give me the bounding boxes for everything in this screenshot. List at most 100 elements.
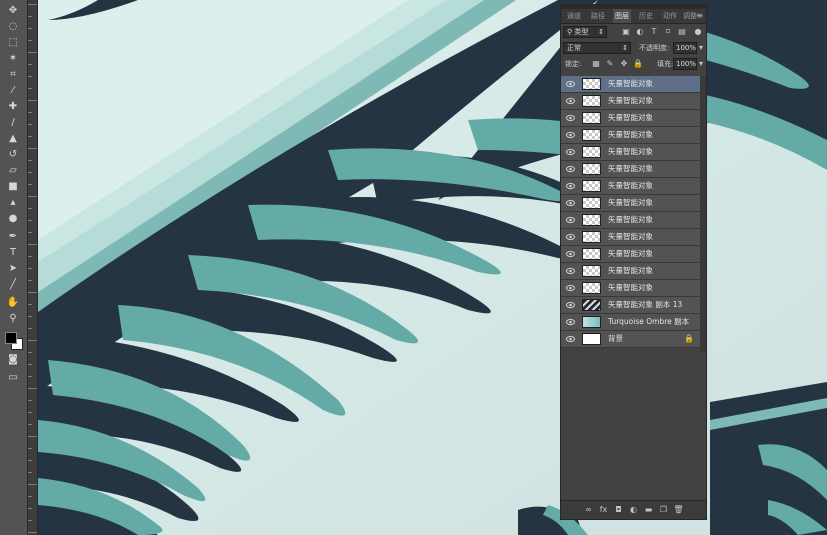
dodge-tool-icon[interactable]: ● xyxy=(3,211,23,225)
layer-thumbnail[interactable] xyxy=(582,146,601,158)
layer-thumbnail[interactable] xyxy=(582,163,601,175)
layer-row[interactable]: 矢量智能对象 xyxy=(561,178,700,195)
history-brush-tool-icon[interactable]: ↺ xyxy=(3,147,23,161)
layers-scrollbar[interactable] xyxy=(700,76,706,352)
lasso-tool-icon[interactable]: ◌ xyxy=(3,19,23,33)
layer-row[interactable]: 矢量智能对象 xyxy=(561,144,700,161)
eye-icon[interactable] xyxy=(566,250,575,258)
eye-icon[interactable] xyxy=(566,80,575,88)
panel-tab[interactable]: 历史 xyxy=(637,9,655,23)
panel-tab[interactable]: 通道 xyxy=(565,9,583,23)
layer-thumbnail[interactable] xyxy=(582,299,601,311)
path-selection-tool-icon[interactable]: ➤ xyxy=(3,261,23,275)
lock-transparent-icon[interactable]: ▦ xyxy=(591,59,601,69)
new-group-icon[interactable]: ▬ xyxy=(643,504,654,515)
layer-name[interactable]: 矢量智能对象 xyxy=(608,246,653,262)
filter-toggle-icon[interactable]: ● xyxy=(693,27,703,37)
layer-row[interactable]: 矢量智能对象 xyxy=(561,246,700,263)
move-tool-icon[interactable]: ✥ xyxy=(3,3,23,17)
document-canvas[interactable] xyxy=(38,0,827,535)
type-tool-icon[interactable]: T xyxy=(3,245,23,259)
brush-tool-icon[interactable]: / xyxy=(3,115,23,129)
layer-row[interactable]: 背景 🔒 xyxy=(561,331,700,348)
fill-dropdown-icon[interactable]: ▾ xyxy=(697,59,705,69)
layer-row[interactable]: Turquoise Ombre 副本 xyxy=(561,314,700,331)
layer-thumbnail[interactable] xyxy=(582,316,601,328)
opacity-field[interactable]: 100% xyxy=(673,42,697,54)
type-filter-icon[interactable]: T xyxy=(649,27,659,37)
layer-name[interactable]: 矢量智能对象 xyxy=(608,127,653,143)
healing-brush-tool-icon[interactable]: ✚ xyxy=(3,99,23,113)
layer-row[interactable]: 矢量智能对象 副本 13 xyxy=(561,297,700,314)
layer-name[interactable]: Turquoise Ombre 副本 xyxy=(608,314,689,330)
shape-filter-icon[interactable]: ⌑ xyxy=(663,27,673,37)
layer-row[interactable]: 矢量智能对象 xyxy=(561,127,700,144)
layer-row[interactable]: 矢量智能对象 xyxy=(561,263,700,280)
layer-row[interactable]: 矢量智能对象 xyxy=(561,76,700,93)
layer-name[interactable]: 矢量智能对象 xyxy=(608,76,653,92)
eye-icon[interactable] xyxy=(566,233,575,241)
layer-name[interactable]: 矢量智能对象 xyxy=(608,280,653,296)
marquee-tool-icon[interactable]: ⬚ xyxy=(3,35,23,49)
adjustment-filter-icon[interactable]: ◐ xyxy=(635,27,645,37)
vertical-ruler[interactable] xyxy=(28,0,38,535)
layer-thumbnail[interactable] xyxy=(582,214,601,226)
layer-name[interactable]: 背景 xyxy=(608,331,623,347)
layer-thumbnail[interactable] xyxy=(582,248,601,260)
layer-thumbnail[interactable] xyxy=(582,129,601,141)
fill-field[interactable]: 100% xyxy=(673,58,697,70)
screen-mode-icon[interactable]: ▭ xyxy=(3,370,23,384)
layer-name[interactable]: 矢量智能对象 xyxy=(608,144,653,160)
layer-thumbnail[interactable] xyxy=(582,197,601,209)
eye-icon[interactable] xyxy=(566,216,575,224)
magic-wand-tool-icon[interactable]: ✶ xyxy=(3,51,23,65)
layer-name[interactable]: 矢量智能对象 xyxy=(608,110,653,126)
eye-icon[interactable] xyxy=(566,182,575,190)
pen-tool-icon[interactable]: ✒ xyxy=(3,229,23,243)
layer-name[interactable]: 矢量智能对象 xyxy=(608,161,653,177)
eye-icon[interactable] xyxy=(566,148,575,156)
eye-icon[interactable] xyxy=(566,301,575,309)
layer-thumbnail[interactable] xyxy=(582,180,601,192)
new-layer-icon[interactable]: ❐ xyxy=(658,504,669,515)
lock-position-icon[interactable]: ✥ xyxy=(619,59,629,69)
eye-icon[interactable] xyxy=(566,199,575,207)
layer-row[interactable]: 矢量智能对象 xyxy=(561,229,700,246)
layer-thumbnail[interactable] xyxy=(582,333,601,345)
blur-tool-icon[interactable]: ▴ xyxy=(3,195,23,209)
crop-tool-icon[interactable]: ⌗ xyxy=(3,67,23,81)
layer-name[interactable]: 矢量智能对象 副本 13 xyxy=(608,297,682,313)
eye-icon[interactable] xyxy=(566,131,575,139)
smart-object-filter-icon[interactable]: ▤ xyxy=(677,27,687,37)
link-layers-icon[interactable]: ∞ xyxy=(583,504,594,515)
panel-tab[interactable]: 路径 xyxy=(589,9,607,23)
zoom-tool-icon[interactable]: ⚲ xyxy=(3,311,23,325)
clone-stamp-tool-icon[interactable]: ▲ xyxy=(3,131,23,145)
layer-name[interactable]: 矢量智能对象 xyxy=(608,195,653,211)
layer-name[interactable]: 矢量智能对象 xyxy=(608,93,653,109)
layer-thumbnail[interactable] xyxy=(582,265,601,277)
layer-name[interactable]: 矢量智能对象 xyxy=(608,178,653,194)
eye-icon[interactable] xyxy=(566,318,575,326)
eye-icon[interactable] xyxy=(566,165,575,173)
layer-thumbnail[interactable] xyxy=(582,112,601,124)
layer-name[interactable]: 矢量智能对象 xyxy=(608,212,653,228)
filter-kind-select[interactable]: ⚲ 类型 ⇕ xyxy=(563,26,607,38)
blend-mode-select[interactable]: 正常 ⇕ xyxy=(563,42,631,54)
eye-icon[interactable] xyxy=(566,267,575,275)
eye-icon[interactable] xyxy=(566,114,575,122)
fx-icon[interactable]: fx xyxy=(598,504,609,515)
eye-icon[interactable] xyxy=(566,97,575,105)
delete-layer-icon[interactable]: 🗑 xyxy=(673,504,684,515)
layer-row[interactable]: 矢量智能对象 xyxy=(561,110,700,127)
layer-row[interactable]: 矢量智能对象 xyxy=(561,280,700,297)
eye-icon[interactable] xyxy=(566,335,575,343)
foreground-color-swatch[interactable] xyxy=(5,332,17,344)
layer-thumbnail[interactable] xyxy=(582,95,601,107)
layer-row[interactable]: 矢量智能对象 xyxy=(561,195,700,212)
layer-row[interactable]: 矢量智能对象 xyxy=(561,93,700,110)
lock-all-icon[interactable]: 🔒 xyxy=(633,59,643,69)
eye-icon[interactable] xyxy=(566,284,575,292)
layer-row[interactable]: 矢量智能对象 xyxy=(561,161,700,178)
layer-thumbnail[interactable] xyxy=(582,78,601,90)
